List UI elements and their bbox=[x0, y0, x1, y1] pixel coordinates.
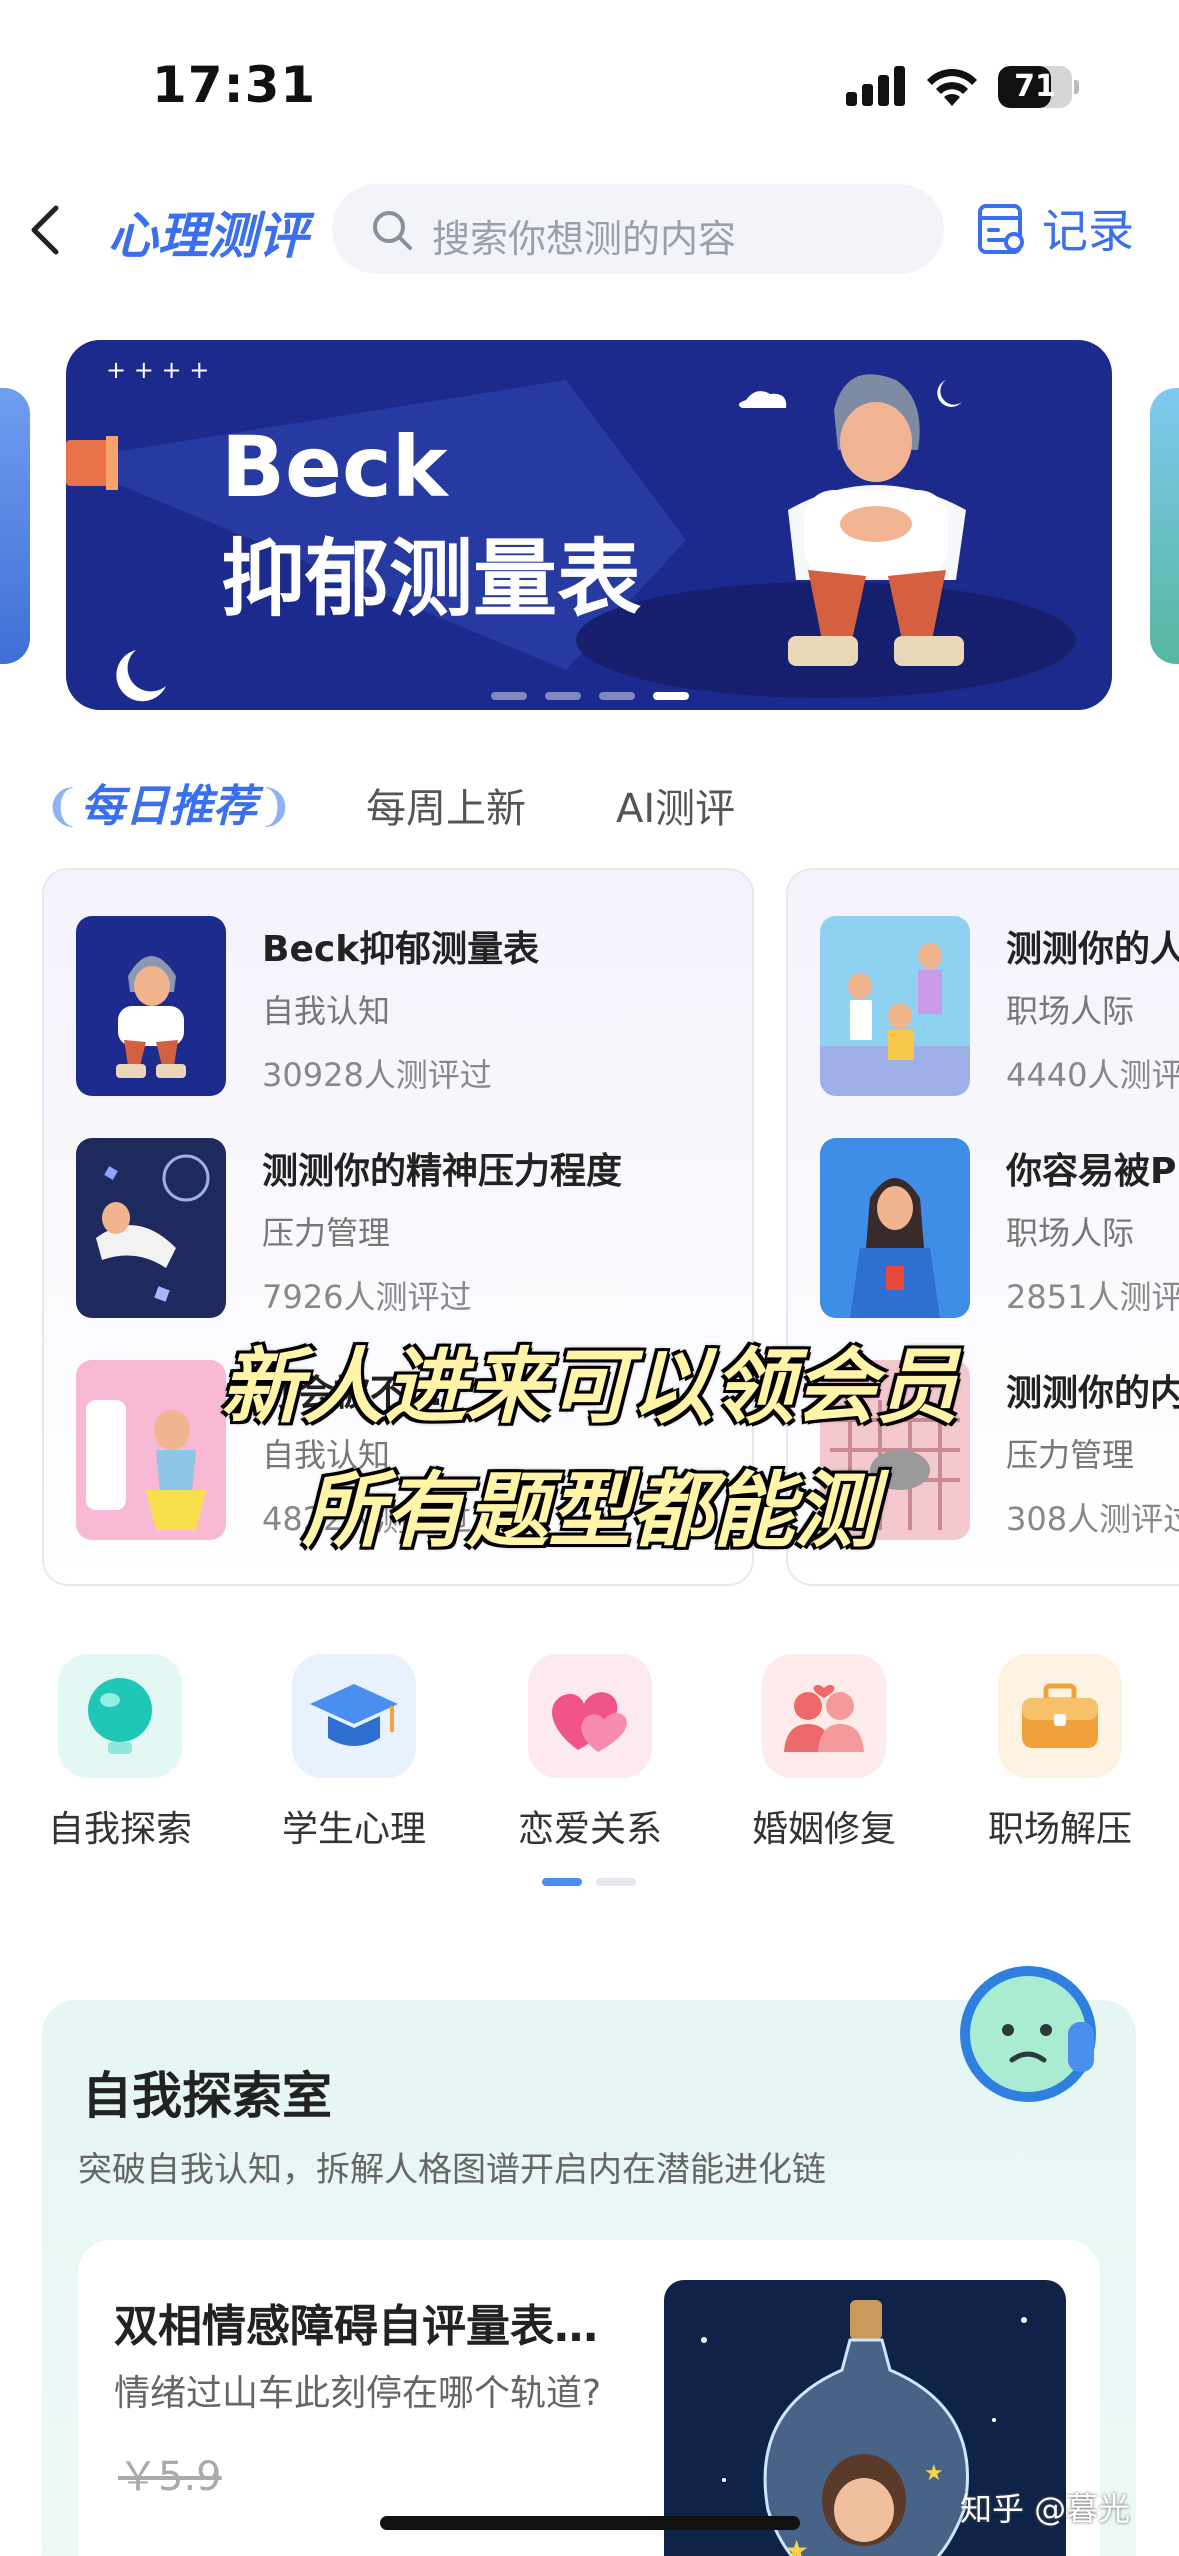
test-name: 测测你的精神压力程度 bbox=[262, 1151, 623, 1192]
banner-slide[interactable]: + + + + Beck 抑郁测量表 bbox=[66, 340, 1112, 710]
status-time: 17:31 bbox=[152, 56, 317, 114]
battery-percentage: 71 bbox=[1014, 69, 1056, 104]
banner-title-line2: 抑郁测量表 bbox=[221, 530, 642, 628]
list-item[interactable]: 测测你的精神压力程度 压力管理 7926人测评过 bbox=[76, 1138, 752, 1320]
banner-next-slide[interactable] bbox=[1150, 388, 1179, 664]
record-button[interactable]: 记录 bbox=[976, 196, 1134, 260]
banner-title-line1: Beck bbox=[221, 418, 448, 516]
test-category: 压力管理 bbox=[262, 1214, 391, 1252]
search-icon bbox=[373, 211, 412, 250]
home-indicator[interactable] bbox=[380, 2516, 800, 2530]
category-love[interactable]: 恋爱关系 bbox=[490, 1650, 690, 1850]
featured-test-card[interactable]: 双相情感障碍自评量表… 情绪过山车此刻停在哪个轨道? ￥5.9 ★ ★ bbox=[78, 2240, 1100, 2556]
tab-daily-recommend[interactable]: ❨每日推荐❩ bbox=[44, 770, 294, 834]
search-placeholder: 搜索你想测的内容 bbox=[432, 217, 737, 261]
featured-test-name: 双相情感障碍自评量表… bbox=[114, 2301, 598, 2352]
tab-bracket-right: ❩ bbox=[256, 781, 294, 832]
test-category: 职场人际 bbox=[1006, 992, 1135, 1030]
overlay-caption-line1: 新人进来可以领会员 bbox=[220, 1340, 959, 1435]
test-thumbnail bbox=[76, 1138, 226, 1318]
graduation-cap-icon bbox=[292, 1654, 416, 1778]
couple-icon bbox=[762, 1654, 886, 1778]
watermark: 知乎 @暮光 bbox=[960, 2490, 1131, 2528]
status-bar: 17:31 71 bbox=[0, 0, 1179, 150]
recommendation-tabs: ❨每日推荐❩ 每周上新 AI测评 bbox=[0, 770, 1179, 840]
page-title: 心理测评 bbox=[108, 207, 308, 265]
svg-text:+ + + +: + + + + bbox=[106, 356, 209, 384]
featured-test-price: ￥5.9 bbox=[118, 2454, 222, 2500]
banner-dot[interactable] bbox=[491, 692, 527, 700]
wifi-icon bbox=[927, 69, 977, 106]
test-count: 30928人测评过 bbox=[262, 1056, 492, 1094]
category-label: 职场解压 bbox=[987, 1809, 1132, 1850]
test-thumbnail bbox=[820, 1138, 970, 1318]
test-count: 4440人测评过 bbox=[1006, 1056, 1179, 1094]
test-category: 自我认知 bbox=[262, 992, 391, 1030]
banner-dot[interactable] bbox=[653, 692, 689, 700]
tab-weekly-new[interactable]: 每周上新 bbox=[366, 776, 526, 834]
test-thumbnail bbox=[76, 916, 226, 1096]
back-arrow-icon[interactable] bbox=[26, 202, 66, 258]
briefcase-icon bbox=[998, 1654, 1122, 1778]
test-count: 2851人测评过 bbox=[1006, 1278, 1179, 1316]
bulb-icon bbox=[58, 1654, 182, 1778]
category-pagination bbox=[542, 1878, 642, 1888]
banner-pagination bbox=[491, 692, 711, 702]
test-thumbnail bbox=[820, 916, 970, 1096]
category-label: 学生心理 bbox=[281, 1809, 426, 1850]
tab-ai-test[interactable]: AI测评 bbox=[616, 776, 735, 834]
mascot-face-icon bbox=[960, 1966, 1096, 2102]
category-student[interactable]: 学生心理 bbox=[254, 1650, 454, 1850]
category-workplace[interactable]: 职场解压 bbox=[960, 1650, 1160, 1850]
test-category: 职场人际 bbox=[1006, 1214, 1135, 1252]
section-subtitle: 突破自我认知，拆解人格图谱开启内在潜能进化链 bbox=[78, 2150, 826, 2190]
record-label: 记录 bbox=[1042, 204, 1134, 258]
svg-text:★: ★ bbox=[784, 2534, 809, 2556]
battery-icon: 71 bbox=[998, 66, 1079, 108]
banner-prev-slide[interactable] bbox=[0, 388, 30, 664]
category-label: 婚姻修复 bbox=[751, 1809, 896, 1850]
record-icon bbox=[978, 204, 1024, 254]
list-item[interactable]: 你容易被PU 职场人际 2851人测评过 bbox=[820, 1138, 1179, 1320]
heart-icon bbox=[528, 1654, 652, 1778]
test-name: Beck抑郁测量表 bbox=[262, 929, 540, 970]
tab-bracket-left: ❨ bbox=[44, 781, 81, 832]
category-row: 自我探索 学生心理 恋爱关系 婚姻修复 职场解压 bbox=[0, 1650, 1179, 1850]
cellular-signal-icon bbox=[846, 66, 906, 106]
header-bar: 心理测评 搜索你想测的内容 记录 bbox=[0, 176, 1179, 286]
section-title: 自我探索室 bbox=[82, 2067, 332, 2125]
svg-text:★: ★ bbox=[924, 2461, 944, 2486]
banner-dot[interactable] bbox=[545, 692, 581, 700]
list-item[interactable]: Beck抑郁测量表 自我认知 30928人测评过 bbox=[76, 916, 752, 1098]
category-label: 恋爱关系 bbox=[517, 1809, 662, 1850]
overlay-caption-line2: 所有题型都能测 bbox=[302, 1464, 877, 1559]
search-input[interactable]: 搜索你想测的内容 bbox=[332, 184, 944, 274]
test-name: 你容易被PU bbox=[1006, 1151, 1179, 1192]
category-self-explore[interactable]: 自我探索 bbox=[20, 1650, 220, 1850]
test-count: 7926人测评过 bbox=[262, 1278, 472, 1316]
category-marriage[interactable]: 婚姻修复 bbox=[724, 1650, 924, 1850]
banner-dot[interactable] bbox=[599, 692, 635, 700]
test-name: 测测你的人 bbox=[1006, 929, 1179, 970]
category-label: 自我探索 bbox=[47, 1809, 192, 1850]
featured-test-desc: 情绪过山车此刻停在哪个轨道? bbox=[114, 2373, 602, 2414]
list-item[interactable]: 测测你的人 职场人际 4440人测评过 bbox=[820, 916, 1179, 1098]
